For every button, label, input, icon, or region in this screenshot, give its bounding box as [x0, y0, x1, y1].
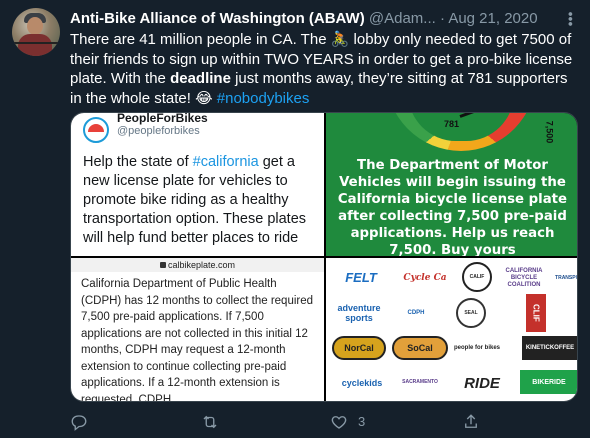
tweet-date[interactable]: Aug 21, 2020	[448, 10, 537, 27]
laugh-emoji-icon: 😂	[195, 89, 213, 107]
author-handle[interactable]: @Adam...	[369, 10, 436, 27]
dmv-text: The Department of Motor Vehicles will be…	[337, 158, 568, 256]
like-button[interactable]: 3	[330, 412, 365, 432]
reply-icon[interactable]	[70, 412, 88, 432]
separator-dot: ·	[439, 10, 445, 27]
avatar-bike	[14, 42, 58, 56]
sponsor-logo-sacramento: SACRAMENTO	[402, 379, 438, 385]
pfb-hashtag: #california	[192, 154, 259, 170]
sponsor-logo-norcal: NorCal	[332, 336, 386, 360]
like-count: 3	[358, 414, 366, 429]
pfb-handle: @peopleforbikes	[117, 125, 200, 137]
heart-icon	[331, 416, 347, 429]
gauge-value: 781	[444, 119, 460, 129]
sponsor-logo-bikeride: BIKERIDE	[520, 370, 577, 394]
sponsor-logo-transportation: TRANSPORTATION	[555, 275, 578, 281]
avatar[interactable]	[12, 8, 60, 56]
tweet-actions: 3	[70, 412, 578, 432]
sponsor-logo-cdph: CDPH	[407, 310, 425, 316]
hashtag-link[interactable]: #nobodybikes	[217, 90, 310, 107]
reply-svg	[71, 415, 87, 431]
tweet-text: There are 41 million people in CA. The 🚴…	[70, 30, 578, 108]
share-svg	[465, 414, 477, 428]
sponsor-logo-kinetic: KINETICKOFFEE	[522, 336, 577, 360]
author-name[interactable]: Anti-Bike Alliance of Washington (ABAW)	[70, 10, 365, 27]
bike-emoji-icon: 🚴	[330, 31, 350, 48]
pfb-text-part1: Help the state of	[83, 154, 193, 170]
sponsor-logo-circle: CALIF	[462, 262, 492, 292]
sponsor-logo-adventure: adventure sports	[337, 303, 381, 323]
tweet-text-part1: There are 41 million people in CA. The	[70, 31, 331, 48]
sponsor-logo-cycle: Cycle Ca	[403, 273, 447, 283]
lock-icon	[159, 261, 166, 268]
sponsor-logo-seal: SEAL	[456, 298, 486, 328]
url-text: calbikeplate.com	[167, 260, 236, 270]
retweet-svg	[203, 415, 217, 429]
sponsor-logo-ride: RIDE	[464, 374, 500, 392]
media-image-2[interactable]: 781 7,500 The Department of Motor Vehicl…	[326, 113, 577, 256]
share-icon[interactable]	[462, 412, 480, 432]
pfb-name: PeopleForBikes	[117, 113, 208, 125]
sponsor-logo-cyclekids: cyclekids	[341, 378, 383, 388]
retweet-icon[interactable]	[200, 412, 220, 432]
sponsor-logo-cabc: CALIFORNIA BICYCLE COALITION	[505, 267, 543, 288]
pfb-text: Help the state of #california get a new …	[83, 153, 318, 248]
peopleforbikes-logo-icon	[83, 117, 109, 143]
avatar-face	[27, 17, 43, 35]
cdph-text: California Department of Public Health (…	[81, 278, 314, 402]
tweet-bold-word: deadline	[170, 70, 231, 87]
sponsor-logo-socal: SoCal	[392, 336, 448, 360]
tweet-header: Anti-Bike Alliance of Washington (ABAW) …	[70, 9, 555, 29]
gauge-max: 7,500	[544, 120, 555, 144]
media-image-3[interactable]: calbikeplate.com California Department o…	[71, 258, 324, 402]
url-bar: calbikeplate.com	[71, 258, 324, 272]
more-options-icon[interactable]: •••	[560, 9, 580, 29]
sponsor-logo-clif: CLIF	[526, 294, 546, 332]
media-image-1[interactable]: PeopleForBikes @peopleforbikes Help the …	[71, 113, 324, 256]
media-grid: PeopleForBikes @peopleforbikes Help the …	[70, 112, 578, 402]
sponsor-logo-peopleforbikes: people for bikes	[454, 345, 500, 351]
media-image-4[interactable]: FELT Cycle Ca CALIF CALIFORNIA BICYCLE C…	[326, 258, 578, 401]
sponsor-logo-felt: FELT	[345, 269, 377, 285]
